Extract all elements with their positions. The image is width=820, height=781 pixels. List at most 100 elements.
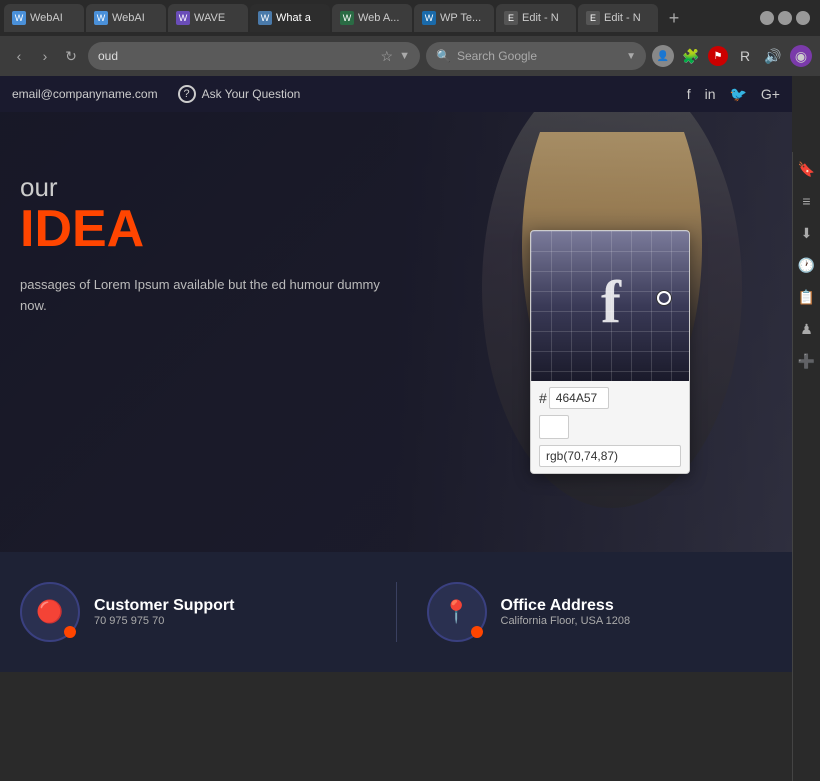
customer-support-title: Customer Support (94, 597, 234, 615)
sidebar-add-icon[interactable]: ➕ (796, 350, 818, 372)
tab-webai-1[interactable]: W WebAI (4, 4, 84, 32)
search-input-placeholder: Search Google (457, 49, 537, 63)
hero-subtitle: our (20, 172, 380, 203)
tab-weba[interactable]: W Web A... (332, 4, 412, 32)
tab-label-whata: What a (276, 12, 311, 24)
sidebar-clipboard-icon[interactable]: 📋 (796, 286, 818, 308)
nav-buttons: ‹ › ↻ (8, 45, 82, 67)
speaker-icon[interactable]: 🔊 (762, 45, 784, 67)
sidebar-list-icon[interactable]: ≡ (796, 190, 818, 212)
customer-support-icon-circle: 🔴 (20, 582, 80, 642)
search-dropdown-icon[interactable]: ▼ (626, 51, 636, 62)
swatch-row (539, 415, 681, 439)
tab-label-wpte: WP Te... (440, 12, 481, 24)
close-button[interactable] (796, 11, 810, 25)
color-picker-tool-icon[interactable]: ◉ (790, 45, 812, 67)
email-address: email@companyname.com (12, 87, 158, 101)
tab-label-edit1: Edit - N (522, 12, 559, 24)
bookmark-icon[interactable]: ☆ (381, 48, 394, 65)
tab-edit1[interactable]: E Edit - N (496, 4, 576, 32)
tab-favicon-edit1: E (504, 11, 518, 25)
tab-label-1: WebAI (30, 12, 63, 24)
hash-symbol: # (539, 390, 547, 406)
tab-webai-2[interactable]: W WebAI (86, 4, 166, 32)
tab-favicon-1: W (12, 11, 26, 25)
hero-text-block: our IDEA passages of Lorem Ipsum availab… (20, 172, 380, 317)
customer-support-phone: 70 975 975 70 (94, 615, 234, 627)
tab-favicon-whata: W (258, 11, 272, 25)
tab-favicon-wave: W (176, 11, 190, 25)
minimize-button[interactable] (760, 11, 774, 25)
sidebar-accessibility-icon[interactable]: ♟ (796, 318, 818, 340)
main-content: email@companyname.com ? Ask Your Questio… (0, 76, 792, 705)
tab-wpte[interactable]: W WP Te... (414, 4, 494, 32)
tab-whata[interactable]: W What a (250, 4, 330, 32)
hex-input-row: # (539, 387, 681, 409)
url-text: oud (98, 49, 375, 63)
main-layout: email@companyname.com ? Ask Your Questio… (0, 76, 820, 705)
tab-favicon-weba: W (340, 11, 354, 25)
color-picker-popup[interactable]: f # rgb(70,74,87) → (530, 230, 690, 474)
forward-button[interactable]: › (34, 45, 56, 67)
address-bar: ‹ › ↻ oud ☆ ▼ 🔍 Search Google ▼ 👤 🧩 ⚑ R … (0, 36, 820, 76)
footer-section: 🔴 Customer Support 70 975 975 70 📍 Offic… (0, 552, 792, 672)
sidebar-download-icon[interactable]: ⬇ (796, 222, 818, 244)
hero-description: passages of Lorem Ipsum available but th… (20, 275, 380, 317)
customer-support-card: 🔴 Customer Support 70 975 975 70 (20, 582, 366, 642)
reload-button[interactable]: ↻ (60, 45, 82, 67)
tab-edit2[interactable]: E Edit - N (578, 4, 658, 32)
tab-bar: W WebAI W WebAI W WAVE W What a W Web A.… (0, 0, 820, 36)
user-avatar[interactable]: 👤 (652, 45, 674, 67)
new-tab-button[interactable]: + (660, 4, 688, 32)
toolbar-icons: 👤 🧩 ⚑ R 🔊 ◉ (652, 45, 812, 67)
hex-input[interactable] (549, 387, 609, 409)
question-mark-icon: ? (178, 85, 196, 103)
notification-icon[interactable]: ⚑ (708, 46, 728, 66)
ask-question-section: ? Ask Your Question (178, 85, 301, 103)
tab-label-edit2: Edit - N (604, 12, 641, 24)
hero-section: our IDEA passages of Lorem Ipsum availab… (0, 112, 792, 552)
color-swatch-white[interactable] (539, 415, 569, 439)
back-button[interactable]: ‹ (8, 45, 30, 67)
office-address-details: California Floor, USA 1208 (501, 615, 631, 627)
translate-icon[interactable]: R (734, 45, 756, 67)
url-chevron-icon[interactable]: ▼ (399, 50, 410, 62)
info-bar: email@companyname.com ? Ask Your Questio… (0, 76, 792, 112)
browser-chrome: W WebAI W WebAI W WAVE W What a W Web A.… (0, 0, 820, 76)
url-box[interactable]: oud ☆ ▼ (88, 42, 420, 70)
color-picker-crosshair[interactable] (657, 291, 671, 305)
customer-support-text: Customer Support 70 975 975 70 (94, 597, 234, 627)
support-icon: 🔴 (36, 599, 63, 625)
address-icon-dot (471, 626, 483, 638)
tab-favicon-wpte: W (422, 11, 436, 25)
facebook-letter-preview: f (601, 268, 621, 337)
tab-wave[interactable]: W WAVE (168, 4, 248, 32)
footer-divider (396, 582, 397, 642)
social-links: f in 🐦 G+ (687, 86, 780, 103)
support-icon-dot (64, 626, 76, 638)
maximize-button[interactable] (778, 11, 792, 25)
rgb-display: rgb(70,74,87) (539, 445, 681, 467)
office-address-text: Office Address California Floor, USA 120… (501, 597, 631, 627)
office-address-title: Office Address (501, 597, 631, 615)
right-sidebar: 🔖 ≡ ⬇ 🕐 📋 ♟ ➕ (792, 152, 820, 781)
window-controls (760, 11, 816, 25)
hero-title: IDEA (20, 203, 380, 255)
office-address-card: 📍 Office Address California Floor, USA 1… (427, 582, 773, 642)
color-picker-controls: # rgb(70,74,87) (531, 381, 689, 473)
googleplus-social-icon[interactable]: G+ (761, 86, 780, 103)
tab-label-weba: Web A... (358, 12, 399, 24)
color-picker-canvas[interactable]: f (531, 231, 690, 381)
office-address-icon-circle: 📍 (427, 582, 487, 642)
facebook-social-icon[interactable]: f (687, 86, 691, 103)
sidebar-bookmark-icon[interactable]: 🔖 (796, 158, 818, 180)
ask-question-label[interactable]: Ask Your Question (202, 87, 301, 101)
sidebar-history-icon[interactable]: 🕐 (796, 254, 818, 276)
twitter-social-icon[interactable]: 🐦 (729, 86, 746, 103)
search-box[interactable]: 🔍 Search Google ▼ (426, 42, 646, 70)
address-icon: 📍 (443, 599, 470, 625)
linkedin-social-icon[interactable]: in (705, 86, 716, 103)
extensions-icon[interactable]: 🧩 (680, 45, 702, 67)
tab-favicon-edit2: E (586, 11, 600, 25)
tab-label-wave: WAVE (194, 12, 225, 24)
